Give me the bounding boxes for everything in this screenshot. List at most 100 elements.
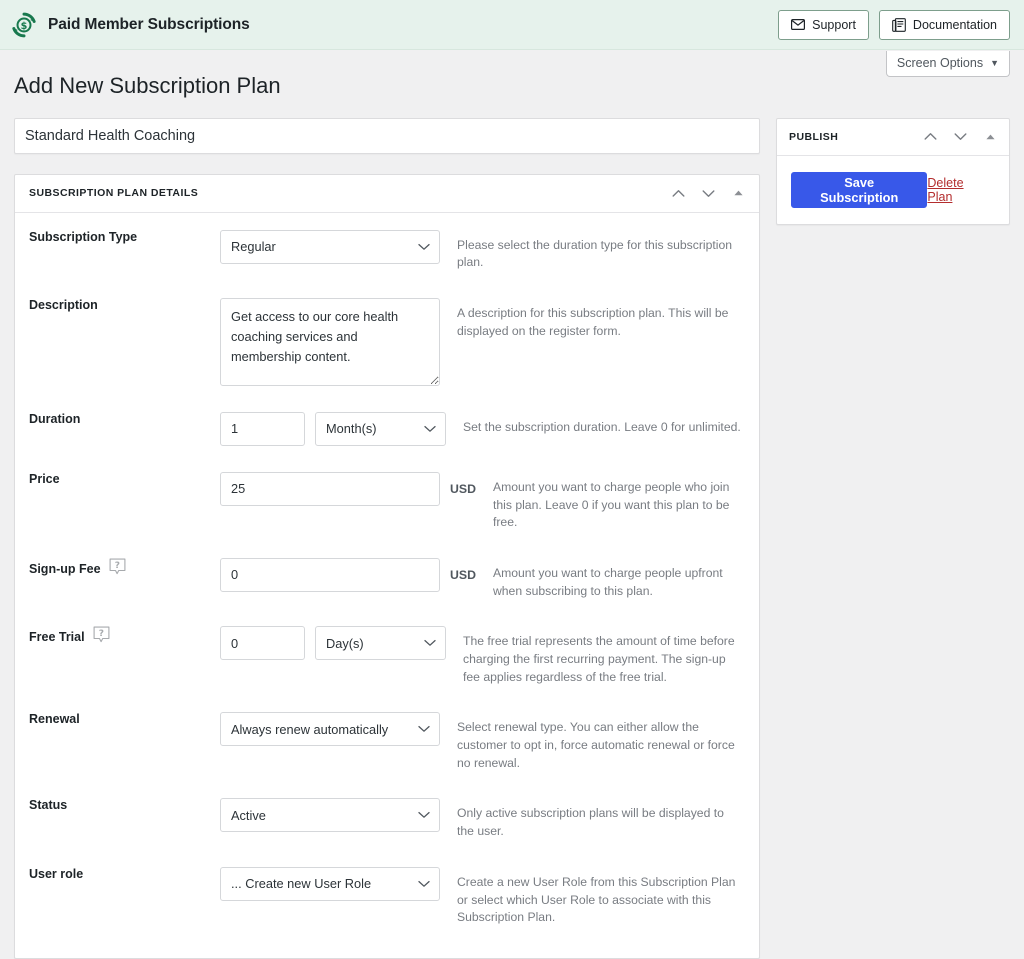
chevron-down-icon: [954, 132, 967, 141]
svg-text:?: ?: [98, 630, 103, 640]
triangle-up-icon: [733, 189, 744, 197]
screen-options-toggle[interactable]: Screen Options ▼: [885, 51, 1010, 77]
field-control: Active: [220, 798, 440, 833]
move-up-button[interactable]: [669, 184, 687, 202]
field-control: Get access to our core health coaching s…: [220, 297, 440, 386]
publish-panel: Publish: [776, 117, 1010, 225]
main-column: Subscription Plan Details: [14, 117, 760, 959]
field-control: Month(s): [220, 411, 446, 446]
duration-unit-select[interactable]: Month(s): [315, 411, 446, 446]
field-control: Day(s): [220, 626, 446, 661]
free-trial-input[interactable]: [220, 626, 305, 661]
publish-panel-header: Publish: [777, 119, 1009, 156]
chevron-down-icon: [702, 189, 715, 198]
signup-fee-input[interactable]: [220, 557, 440, 592]
panel-header: Subscription Plan Details: [15, 175, 759, 213]
envelope-icon: [791, 19, 806, 30]
support-button-label: Support: [812, 17, 856, 32]
free-trial-unit-select[interactable]: Day(s): [315, 626, 446, 661]
field-label: Renewal: [29, 712, 220, 726]
publish-panel-body: Save Subscription Delete Plan: [777, 156, 1009, 224]
field-label: Sign-up Fee ?: [29, 558, 220, 580]
free-trial-unit-select-wrap: Day(s): [315, 626, 446, 661]
subscription-type-select-wrap: Regular: [220, 229, 440, 264]
save-subscription-button[interactable]: Save Subscription: [791, 171, 928, 208]
field-label-text: User role: [29, 866, 84, 881]
chevron-up-icon: [672, 189, 685, 198]
help-bubble-icon[interactable]: ?: [93, 626, 110, 648]
svg-text:?: ?: [114, 561, 119, 571]
plan-title-input[interactable]: [14, 117, 760, 154]
form-row-description: Description Get access to our core healt…: [29, 285, 745, 399]
field-label-text: Sign-up Fee: [29, 561, 101, 576]
user-role-select[interactable]: ... Create new User Role: [220, 866, 440, 901]
description-textarea[interactable]: Get access to our core health coaching s…: [220, 297, 440, 386]
panel-body: Subscription Type Regular Please select …: [15, 213, 759, 958]
form-row-subscription-type: Subscription Type Regular Please select …: [29, 217, 745, 285]
field-label-text: Description: [29, 297, 98, 312]
field-control: USD: [220, 557, 476, 592]
field-label: User role: [29, 867, 220, 881]
field-control: Regular: [220, 229, 440, 264]
chevron-up-icon: [924, 132, 937, 141]
documents-icon: [892, 17, 906, 32]
field-help-text: Amount you want to charge people who joi…: [492, 479, 730, 530]
publish-header-actions: [921, 128, 999, 146]
renewal-select[interactable]: Always renew automatically: [220, 712, 440, 747]
field-label-text: Free Trial: [29, 630, 85, 645]
panel-header-actions: [669, 184, 747, 202]
subscription-plan-details-panel: Subscription Plan Details: [14, 173, 760, 959]
form-row-price: Price USD Amount you want to charge peop…: [29, 459, 745, 545]
side-column: Publish: [776, 117, 1010, 225]
field-help-text: Set the subscription duration. Leave 0 f…: [463, 419, 741, 434]
field-label-text: Price: [29, 471, 60, 486]
field-control: USD: [220, 471, 476, 506]
field-label-text: Duration: [29, 411, 81, 426]
field-help-text: Amount you want to charge people upfront…: [492, 565, 723, 598]
form-row-renewal: Renewal Always renew automatically Selec…: [29, 699, 745, 785]
duration-input[interactable]: [220, 411, 305, 446]
brand-title: Paid Member Subscriptions: [48, 15, 250, 33]
form-row-free-trial: Free Trial ? 0 Day(s) The free trial rep…: [29, 613, 745, 699]
move-down-button[interactable]: [699, 184, 717, 202]
field-help-text: Select renewal type. You can either allo…: [457, 720, 735, 770]
form-row-duration: Duration Month(s): [29, 399, 745, 459]
triangle-up-icon: [985, 133, 996, 141]
chevron-down-icon: ▼: [990, 58, 999, 68]
price-input[interactable]: [220, 471, 440, 506]
support-button[interactable]: Support: [778, 9, 869, 40]
svg-text:$: $: [21, 20, 28, 31]
field-label: Status: [29, 798, 220, 812]
user-role-select-wrap: ... Create new User Role: [220, 866, 440, 901]
help-bubble-icon[interactable]: ?: [109, 558, 126, 580]
documentation-button-label: Documentation: [912, 17, 997, 32]
renewal-select-wrap: Always renew automatically: [220, 712, 440, 747]
field-control: ... Create new User Role: [220, 866, 440, 901]
screen-options-label: Screen Options: [896, 56, 984, 70]
field-label: Description: [29, 298, 220, 312]
form-row-signup-fee: Sign-up Fee ? USD A: [29, 545, 745, 613]
price-currency-label: USD: [450, 481, 476, 496]
recycle-dollar-logo-icon: $: [10, 11, 38, 39]
field-help-text: Only active subscription plans will be d…: [457, 806, 724, 839]
field-help-text: Please select the duration type for this…: [457, 237, 733, 270]
admin-layout: Subscription Plan Details: [14, 117, 1010, 959]
status-select[interactable]: Active: [220, 798, 440, 833]
delete-plan-link[interactable]: Delete Plan: [927, 176, 989, 204]
page-title: Add New Subscription Plan: [14, 73, 281, 98]
header-actions: Support Documentation: [778, 9, 1010, 40]
field-label: Price: [29, 472, 220, 486]
toggle-panel-button[interactable]: [729, 184, 747, 202]
page-container: Add New Subscription Plan Subscription P…: [0, 50, 1024, 959]
documentation-button[interactable]: Documentation: [878, 9, 1010, 40]
field-help-text: Create a new User Role from this Subscri…: [457, 874, 736, 925]
field-help-text: The free trial represents the amount of …: [463, 634, 735, 684]
form-row-user-role: User role ... Create new User Role Creat…: [29, 854, 745, 940]
form-row-status: Status Active Only active subscription p…: [29, 785, 745, 853]
duration-unit-select-wrap: Month(s): [315, 411, 446, 446]
move-up-button[interactable]: [921, 128, 939, 146]
move-down-button[interactable]: [951, 128, 969, 146]
field-label-text: Status: [29, 798, 68, 813]
toggle-panel-button[interactable]: [981, 128, 999, 146]
subscription-type-select[interactable]: Regular: [220, 229, 440, 264]
